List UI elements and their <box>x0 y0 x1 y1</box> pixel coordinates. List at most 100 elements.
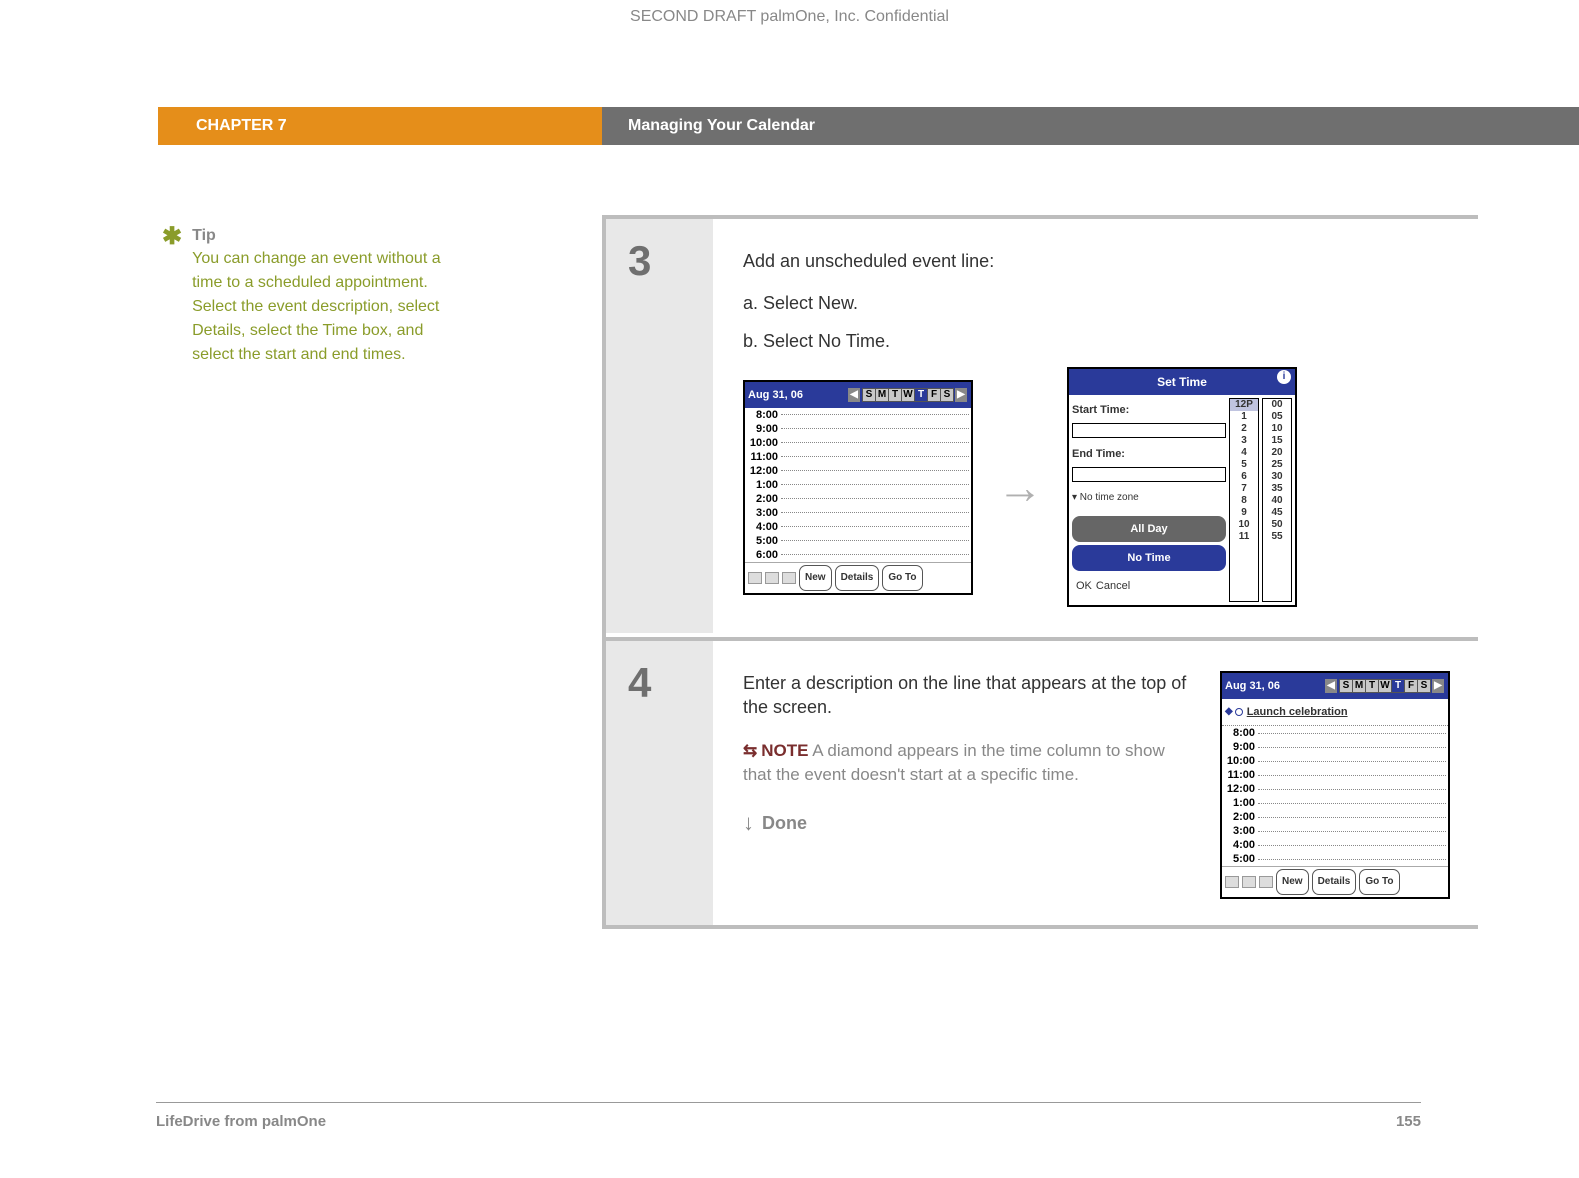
hours-header[interactable]: 12P <box>1230 399 1258 411</box>
page-footer: LifeDrive from palmOne 155 <box>156 1102 1421 1130</box>
time-row[interactable]: 5:00 <box>1222 852 1448 866</box>
hours-column[interactable]: 12P 1 2 3 4 5 6 7 8 9 10 <box>1229 398 1259 602</box>
new-button[interactable]: New <box>799 565 832 591</box>
min-cell[interactable]: 20 <box>1263 447 1291 459</box>
step-4: 4 Enter a description on the line that a… <box>606 637 1478 929</box>
day-f[interactable]: F <box>1404 679 1418 693</box>
day-m[interactable]: M <box>1352 679 1366 693</box>
settime-left: Start Time: End Time: ▾ No time zone All… <box>1072 398 1226 602</box>
day-w[interactable]: W <box>901 388 915 402</box>
tip-heading: Tip <box>192 227 462 245</box>
step3-sub-b: b. Select No Time. <box>743 329 1450 353</box>
min-cell[interactable]: 55 <box>1263 531 1291 543</box>
view-day-icon[interactable] <box>748 572 762 584</box>
step3-intro: Add an unscheduled event line: <box>743 249 1450 273</box>
goto-button[interactable]: Go To <box>882 565 922 591</box>
page: SECOND DRAFT palmOne, Inc. Confidential … <box>0 0 1579 1178</box>
minutes-column[interactable]: 00 05 10 15 20 25 30 35 40 45 50 <box>1262 398 1292 602</box>
min-cell[interactable]: 10 <box>1263 423 1291 435</box>
cancel-button[interactable]: Cancel <box>1096 574 1130 598</box>
hour-cell[interactable]: 3 <box>1230 435 1258 447</box>
min-cell[interactable]: 15 <box>1263 435 1291 447</box>
info-icon[interactable]: i <box>1277 370 1291 384</box>
view-week-icon[interactable] <box>765 572 779 584</box>
day-s2[interactable]: S <box>940 388 954 402</box>
tip-text: You can change an event without a time t… <box>192 247 462 367</box>
step4-left: Enter a description on the line that app… <box>743 671 1190 899</box>
day-selector[interactable]: S M T W T F S <box>863 388 954 402</box>
day-t2[interactable]: T <box>914 388 928 402</box>
confidential-text: SECOND DRAFT palmOne, Inc. Confidential <box>0 8 1579 26</box>
new-button[interactable]: New <box>1276 869 1309 895</box>
hour-cell[interactable]: 9 <box>1230 507 1258 519</box>
palm-dayview: Aug 31, 06 ◀ S M T W T F S <box>743 380 973 595</box>
day-s2[interactable]: S <box>1417 679 1431 693</box>
details-button[interactable]: Details <box>835 565 880 591</box>
day-selector[interactable]: S M T W T F S <box>1340 679 1431 693</box>
min-cell[interactable]: 40 <box>1263 495 1291 507</box>
tip-content: Tip You can change an event without a ti… <box>192 227 462 367</box>
hour-cell[interactable]: 2 <box>1230 423 1258 435</box>
hour-cell[interactable]: 6 <box>1230 471 1258 483</box>
step3-screens: Aug 31, 06 ◀ S M T W T F S <box>743 367 1450 607</box>
all-day-button[interactable]: All Day <box>1072 516 1226 542</box>
hour-cell[interactable]: 11 <box>1230 531 1258 543</box>
day-f[interactable]: F <box>927 388 941 402</box>
hour-cell[interactable]: 10 <box>1230 519 1258 531</box>
day-t[interactable]: T <box>1365 679 1379 693</box>
hour-cell[interactable]: 7 <box>1230 483 1258 495</box>
view-week-icon[interactable] <box>1242 876 1256 888</box>
note-icon: ⇆ <box>743 741 757 760</box>
tip-sidebar: ✱ Tip You can change an event without a … <box>162 227 462 367</box>
min-cell[interactable]: 05 <box>1263 411 1291 423</box>
timezone-selector[interactable]: ▾ No time zone <box>1072 486 1226 510</box>
time-row[interactable]: 6:00 <box>745 548 971 562</box>
prev-week-icon[interactable]: ◀ <box>1325 679 1337 693</box>
settime-body: Start Time: End Time: ▾ No time zone All… <box>1069 395 1295 605</box>
dayview-timerows: 8:00 9:00 10:00 11:00 12:00 1:00 2:00 3:… <box>745 408 971 562</box>
min-cell[interactable]: 35 <box>1263 483 1291 495</box>
circle-icon <box>1235 708 1243 716</box>
min-cell[interactable]: 50 <box>1263 519 1291 531</box>
step4-intro: Enter a description on the line that app… <box>743 671 1190 719</box>
hour-cell[interactable]: 1 <box>1230 411 1258 423</box>
step4-note: ⇆NOTE A diamond appears in the time colu… <box>743 739 1190 787</box>
next-week-icon[interactable]: ▶ <box>955 388 967 402</box>
time-label: 6:00 <box>747 543 781 567</box>
end-time-label: End Time: <box>1072 442 1226 466</box>
step4-inner: Enter a description on the line that app… <box>743 671 1450 899</box>
next-week-icon[interactable]: ▶ <box>1432 679 1444 693</box>
event-description[interactable]: Launch celebration <box>1247 700 1348 724</box>
hour-cell[interactable]: 5 <box>1230 459 1258 471</box>
goto-button[interactable]: Go To <box>1359 869 1399 895</box>
prev-week-icon[interactable]: ◀ <box>848 388 860 402</box>
ok-button[interactable]: OK <box>1076 574 1092 598</box>
no-time-button[interactable]: No Time <box>1072 545 1226 571</box>
set-time-dialog: Set Time i Start Time: End Time: ▾ No ti… <box>1067 367 1297 607</box>
end-time-field[interactable] <box>1072 467 1226 482</box>
min-cell[interactable]: 25 <box>1263 459 1291 471</box>
hour-cell[interactable]: 4 <box>1230 447 1258 459</box>
day-m[interactable]: M <box>875 388 889 402</box>
view-month-icon[interactable] <box>782 572 796 584</box>
view-month-icon[interactable] <box>1259 876 1273 888</box>
footer-product: LifeDrive from palmOne <box>156 1113 326 1130</box>
header-gap <box>0 107 158 145</box>
start-time-label: Start Time: <box>1072 398 1226 422</box>
settime-title: Set Time <box>1157 375 1207 389</box>
palm-dayview-with-event: Aug 31, 06 ◀ S M T W T F S <box>1220 671 1450 899</box>
dayview2-timerows: 8:00 9:00 10:00 11:00 12:00 1:00 2:00 3:… <box>1222 726 1448 866</box>
day-s[interactable]: S <box>1339 679 1353 693</box>
day-t2[interactable]: T <box>1391 679 1405 693</box>
start-time-field[interactable] <box>1072 423 1226 438</box>
details-button[interactable]: Details <box>1312 869 1357 895</box>
min-cell[interactable]: 00 <box>1263 399 1291 411</box>
day-t[interactable]: T <box>888 388 902 402</box>
view-day-icon[interactable] <box>1225 876 1239 888</box>
min-cell[interactable]: 45 <box>1263 507 1291 519</box>
day-s[interactable]: S <box>862 388 876 402</box>
min-cell[interactable]: 30 <box>1263 471 1291 483</box>
hour-cell[interactable]: 8 <box>1230 495 1258 507</box>
day-w[interactable]: W <box>1378 679 1392 693</box>
chapter-label: CHAPTER 7 <box>158 107 602 145</box>
